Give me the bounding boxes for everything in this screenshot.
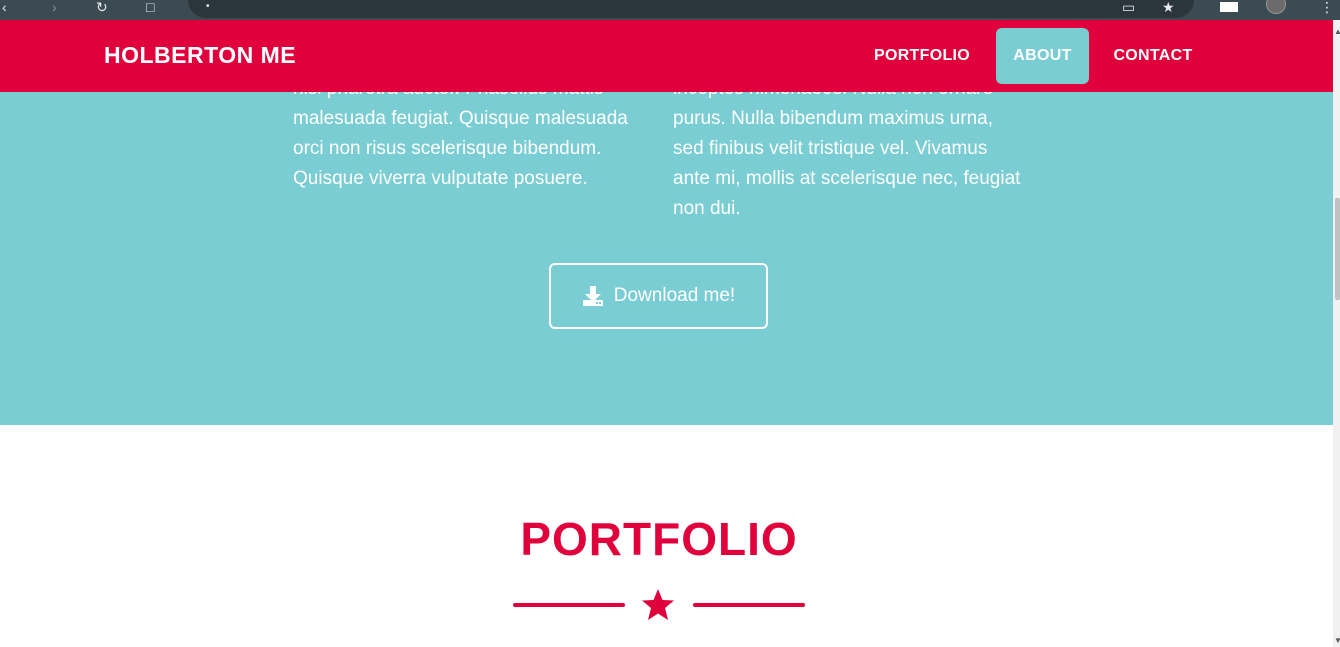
about-text-left: nisi pharetra auctor. Phasellus mattis m…	[293, 74, 643, 194]
back-icon[interactable]: ‹	[2, 0, 7, 14]
scroll-up-icon[interactable]: ▲	[1334, 28, 1340, 36]
download-button-label: Download me!	[613, 285, 736, 306]
site-info-icon[interactable]: •	[206, 0, 210, 14]
nav-item-portfolio[interactable]: PORTFOLIO	[862, 28, 982, 84]
address-bar[interactable]: • ▭ ★	[188, 0, 1194, 18]
divider-line-right	[693, 603, 805, 607]
divider-line-left	[513, 603, 625, 607]
extension-icon[interactable]	[1220, 2, 1238, 12]
scrollbar-thumb[interactable]	[1335, 198, 1340, 300]
share-icon[interactable]: ▭	[1122, 0, 1135, 14]
reload-icon[interactable]: ↻	[96, 0, 108, 14]
scrollbar-track[interactable]	[1333, 20, 1340, 647]
navbar: HOLBERTON ME PORTFOLIO ABOUT CONTACT	[0, 20, 1333, 92]
brand-logo[interactable]: HOLBERTON ME	[104, 42, 296, 69]
download-icon	[582, 285, 604, 307]
profile-avatar[interactable]	[1266, 0, 1286, 14]
about-paragraph-right: inceptos himenaeos. Nulla non ornare pur…	[673, 78, 1021, 219]
about-text-right: inceptos himenaeos. Nulla non ornare pur…	[673, 74, 1023, 224]
bookmark-star-icon[interactable]: ★	[1162, 0, 1175, 14]
forward-icon[interactable]: ›	[52, 0, 57, 14]
scroll-down-icon[interactable]: ▼	[1334, 637, 1340, 645]
menu-dots-icon[interactable]: ⋮	[1320, 0, 1334, 14]
nav-item-about[interactable]: ABOUT	[996, 28, 1089, 84]
portfolio-title: PORTFOLIO	[520, 513, 798, 565]
star-icon	[640, 588, 676, 627]
download-button[interactable]: Download me!	[549, 263, 768, 329]
about-paragraph-left: nisi pharetra auctor. Phasellus mattis m…	[293, 78, 628, 189]
home-icon[interactable]: □	[146, 0, 154, 14]
browser-toolbar: ‹ › ↻ □ • ▭ ★ ⋮	[0, 0, 1340, 20]
nav-item-contact[interactable]: CONTACT	[1100, 28, 1206, 84]
